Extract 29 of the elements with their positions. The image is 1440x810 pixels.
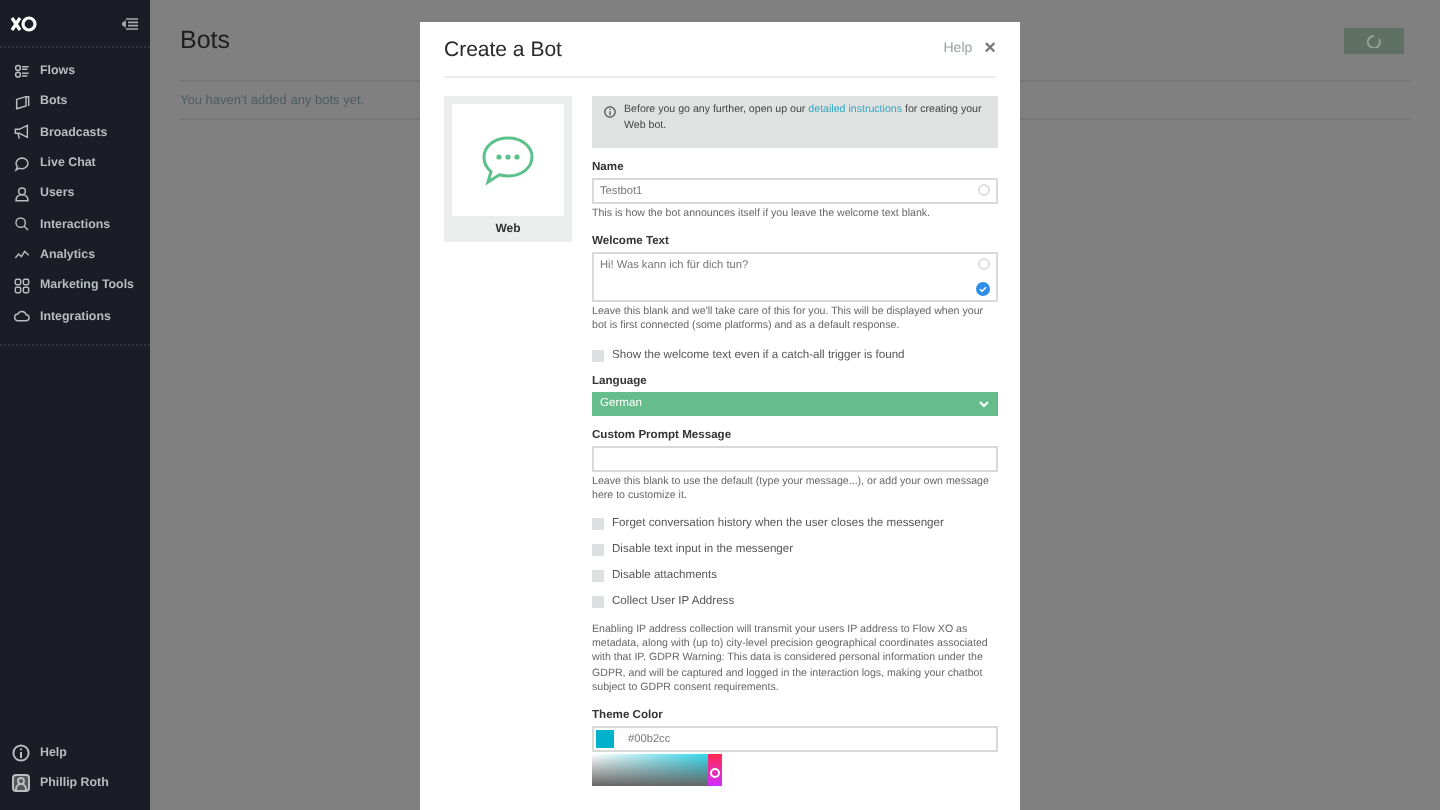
logo-icon xyxy=(10,13,38,33)
menu-item-icon xyxy=(14,308,30,325)
color-picker[interactable] xyxy=(592,754,722,787)
info-icon xyxy=(12,744,30,762)
dialog-title: Create a Bot xyxy=(444,37,564,61)
menu-item-icon xyxy=(14,124,30,141)
spinner-icon xyxy=(1366,33,1382,47)
menu-item-icon xyxy=(14,216,30,233)
menu-item-icon xyxy=(14,185,30,202)
menu-item-icon xyxy=(14,277,30,294)
checkbox[interactable] xyxy=(592,570,604,583)
chevron-down-icon xyxy=(978,399,990,408)
text-field[interactable] xyxy=(592,445,998,472)
checkbox[interactable] xyxy=(592,596,604,609)
check-icon xyxy=(976,282,990,297)
info-icon xyxy=(604,106,616,118)
page-title: Bots xyxy=(180,26,231,54)
collapse-menu-icon[interactable] xyxy=(122,15,138,31)
checkbox[interactable] xyxy=(592,544,604,557)
loading-button[interactable] xyxy=(1344,27,1404,53)
menu-item-icon xyxy=(14,155,30,172)
close-button[interactable]: × xyxy=(984,38,996,60)
menu-item-icon xyxy=(14,63,30,80)
checkbox[interactable] xyxy=(592,349,604,362)
menu-item-icon xyxy=(14,246,30,263)
avatar-icon xyxy=(12,774,30,792)
chat-bubble-icon xyxy=(480,134,536,186)
checkbox[interactable] xyxy=(592,518,604,531)
menu-item-icon xyxy=(14,93,30,110)
